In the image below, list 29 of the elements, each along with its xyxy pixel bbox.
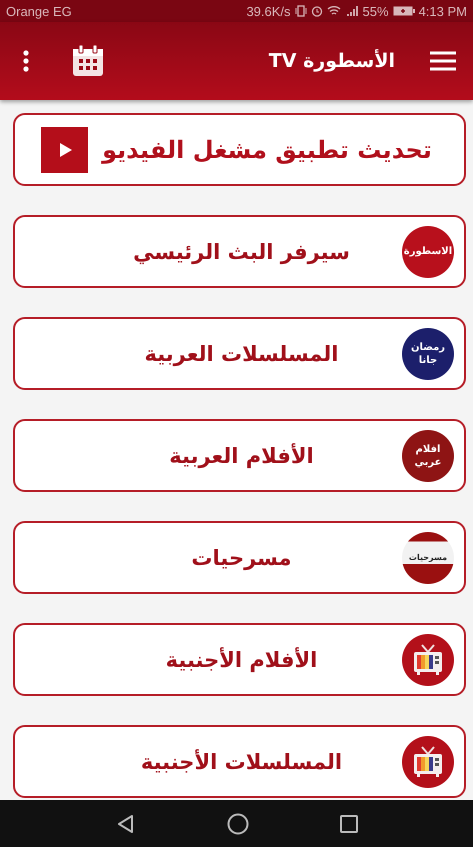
app-title: الأسطورة TV (268, 50, 395, 72)
channel-logo: رمضان جانا (402, 328, 454, 380)
back-button[interactable] (116, 814, 136, 834)
update-player-button[interactable]: تحديث تطبيق مشغل الفيديو (13, 113, 466, 186)
category-button[interactable]: مسرحيات مسرحيات (13, 521, 466, 594)
battery-charging-icon (392, 5, 415, 17)
recent-apps-button[interactable] (340, 814, 358, 832)
category-button[interactable]: المسلسلات الأجنبية (13, 725, 466, 798)
vibrate-icon (294, 5, 307, 17)
play-icon (41, 126, 88, 172)
channel-logo: الاسطورة (402, 226, 454, 278)
carrier-name: Orange EG (6, 4, 72, 18)
wifi-icon (326, 5, 341, 17)
category-button[interactable]: المسلسلات العربية رمضان جانا (13, 317, 466, 390)
theater-logo: مسرحيات (402, 532, 454, 584)
battery-percent: 55% (362, 4, 389, 18)
home-button[interactable] (226, 812, 248, 834)
more-options-icon (23, 50, 29, 72)
category-button[interactable]: الأفلام العربية افلام عربي (13, 419, 466, 492)
alarm-icon (310, 5, 323, 17)
calendar-button[interactable] (70, 43, 106, 79)
category-button[interactable]: الأفلام الأجنبية (13, 623, 466, 696)
tv-icon (402, 736, 454, 788)
clock-time: 4:13 PM (418, 4, 467, 18)
network-speed: 39.6K/s (246, 4, 291, 18)
channel-logo: افلام عربي (402, 430, 454, 482)
signal-icon (344, 5, 359, 17)
tv-icon (402, 634, 454, 686)
category-button[interactable]: سيرفر البث الرئيسي الاسطورة (13, 215, 466, 288)
